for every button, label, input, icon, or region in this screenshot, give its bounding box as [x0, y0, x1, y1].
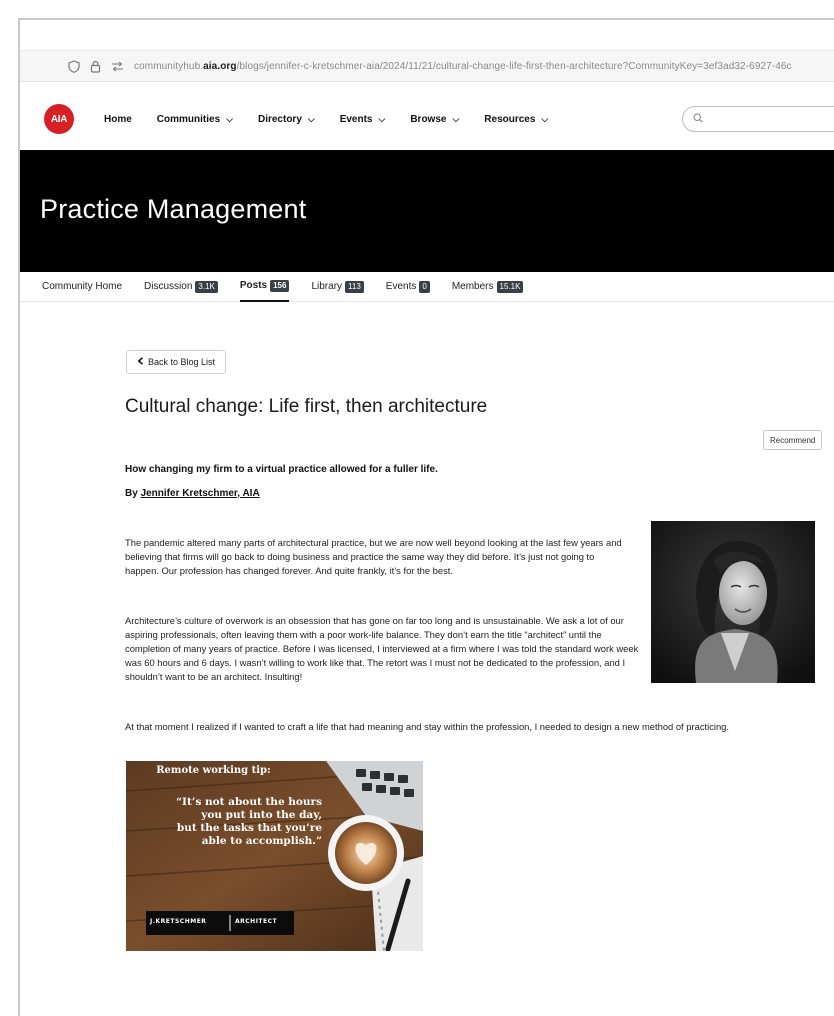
tab-library[interactable]: Library 113	[311, 272, 364, 302]
byline-prefix: By	[125, 488, 141, 499]
community-banner: Practice Management	[20, 150, 834, 272]
search-input[interactable]	[682, 106, 834, 132]
nav-events[interactable]: Events ⌵	[340, 114, 386, 125]
main-menu: Home Communities ⌵ Directory ⌵ Events ⌵ Bro…	[104, 92, 548, 146]
nav-label: Communities	[156, 113, 221, 125]
tab-discussion[interactable]: Discussion 3.1K	[144, 272, 218, 302]
site-navigation: AIA Home Communities ⌵ Directory ⌵ Events ⌵…	[20, 92, 834, 146]
chevron-down-icon: ⌵	[226, 113, 233, 124]
author-portrait	[651, 521, 815, 683]
url-text[interactable]: communityhub.aia.org/blogs/jennifer-c-kr…	[134, 61, 792, 72]
permissions-icon[interactable]	[111, 61, 124, 72]
nav-directory[interactable]: Directory ⌵	[258, 114, 315, 125]
url-prefix: communityhub.	[134, 60, 204, 72]
chevron-down-icon: ⌵	[378, 113, 386, 124]
tip-heading: Remote working tip:	[156, 765, 271, 776]
tab-label: Members	[451, 281, 494, 292]
nav-home[interactable]: Home	[104, 114, 132, 125]
address-bar[interactable]: communityhub.aia.org/blogs/jennifer-c-kr…	[20, 50, 834, 82]
tab-events[interactable]: Events 0	[386, 272, 430, 302]
tab-label: Events	[385, 281, 417, 292]
count-badge: 113	[345, 280, 364, 293]
byline: By Jennifer Kretschmer, AIA	[125, 488, 260, 499]
back-to-blog-list-button[interactable]: Back to Blog List	[126, 350, 227, 374]
tab-members[interactable]: Members 15.1K	[452, 272, 524, 302]
nav-label: Resources	[484, 113, 536, 125]
chevron-down-icon: ⌵	[541, 113, 549, 124]
nav-label: Browse	[410, 113, 447, 125]
nav-resources[interactable]: Resources ⌵	[484, 114, 548, 125]
post-subtitle: How changing my firm to a virtual practi…	[125, 464, 438, 475]
tip-quote-line: “It’s not about the hours	[176, 796, 322, 808]
body-paragraph: Architecture’s culture of overwork is an…	[125, 615, 639, 682]
aia-logo[interactable]: AIA	[44, 104, 74, 134]
count-badge: 15.1K	[496, 280, 524, 293]
nav-browse[interactable]: Browse ⌵	[410, 114, 459, 125]
browser-window: communityhub.aia.org/blogs/jennifer-c-kr…	[18, 18, 834, 1016]
url-domain: aia.org	[203, 60, 237, 72]
tip-quote: “It’s not about the hours you put into t…	[126, 796, 322, 848]
tip-quote-line: you put into the day,	[201, 809, 322, 821]
community-tabs: Community Home Discussion 3.1K Posts 156 L…	[20, 272, 834, 302]
tab-label: Library	[311, 281, 343, 292]
search-icon	[693, 112, 703, 126]
tab-label: Discussion	[144, 281, 193, 292]
body-paragraph: The pandemic altered many parts of archi…	[125, 537, 622, 576]
community-title: Practice Management	[40, 194, 307, 224]
nav-label: Directory	[257, 113, 302, 125]
count-badge: 3.1K	[195, 280, 218, 293]
shield-icon	[68, 59, 80, 73]
brand-right: ARCHITECT	[235, 918, 278, 925]
tab-label: Posts	[239, 280, 268, 291]
body-paragraph: At that moment I realized if I wanted to…	[125, 721, 729, 732]
brand-left: J.KRETSCHMER	[150, 918, 207, 925]
back-label: Back to Blog List	[148, 357, 216, 367]
count-badge: 156	[270, 279, 290, 292]
nav-label: Home	[104, 113, 132, 125]
count-badge: 0	[419, 280, 430, 293]
recommend-button[interactable]: Recommend	[763, 430, 823, 450]
tab-community-home[interactable]: Community Home	[42, 272, 122, 302]
nav-label: Events	[339, 113, 373, 125]
chevron-down-icon: ⌵	[307, 113, 315, 124]
tab-posts[interactable]: Posts 156	[239, 272, 290, 302]
post-title: Cultural change: Life first, then archit…	[125, 396, 488, 417]
tip-quote-line: but the tasks that you’re	[176, 822, 322, 834]
chevron-down-icon: ⌵	[452, 113, 460, 124]
chevron-left-icon	[137, 357, 144, 367]
url-path: /blogs/jennifer-c-kretschmer-aia/2024/11…	[236, 60, 792, 72]
tab-label: Community Home	[42, 281, 123, 292]
author-link[interactable]: Jennifer Kretschmer, AIA	[141, 488, 260, 499]
nav-communities[interactable]: Communities ⌵	[157, 114, 233, 125]
lock-icon	[90, 60, 101, 73]
tip-quote-line: able to accomplish.”	[201, 835, 322, 847]
